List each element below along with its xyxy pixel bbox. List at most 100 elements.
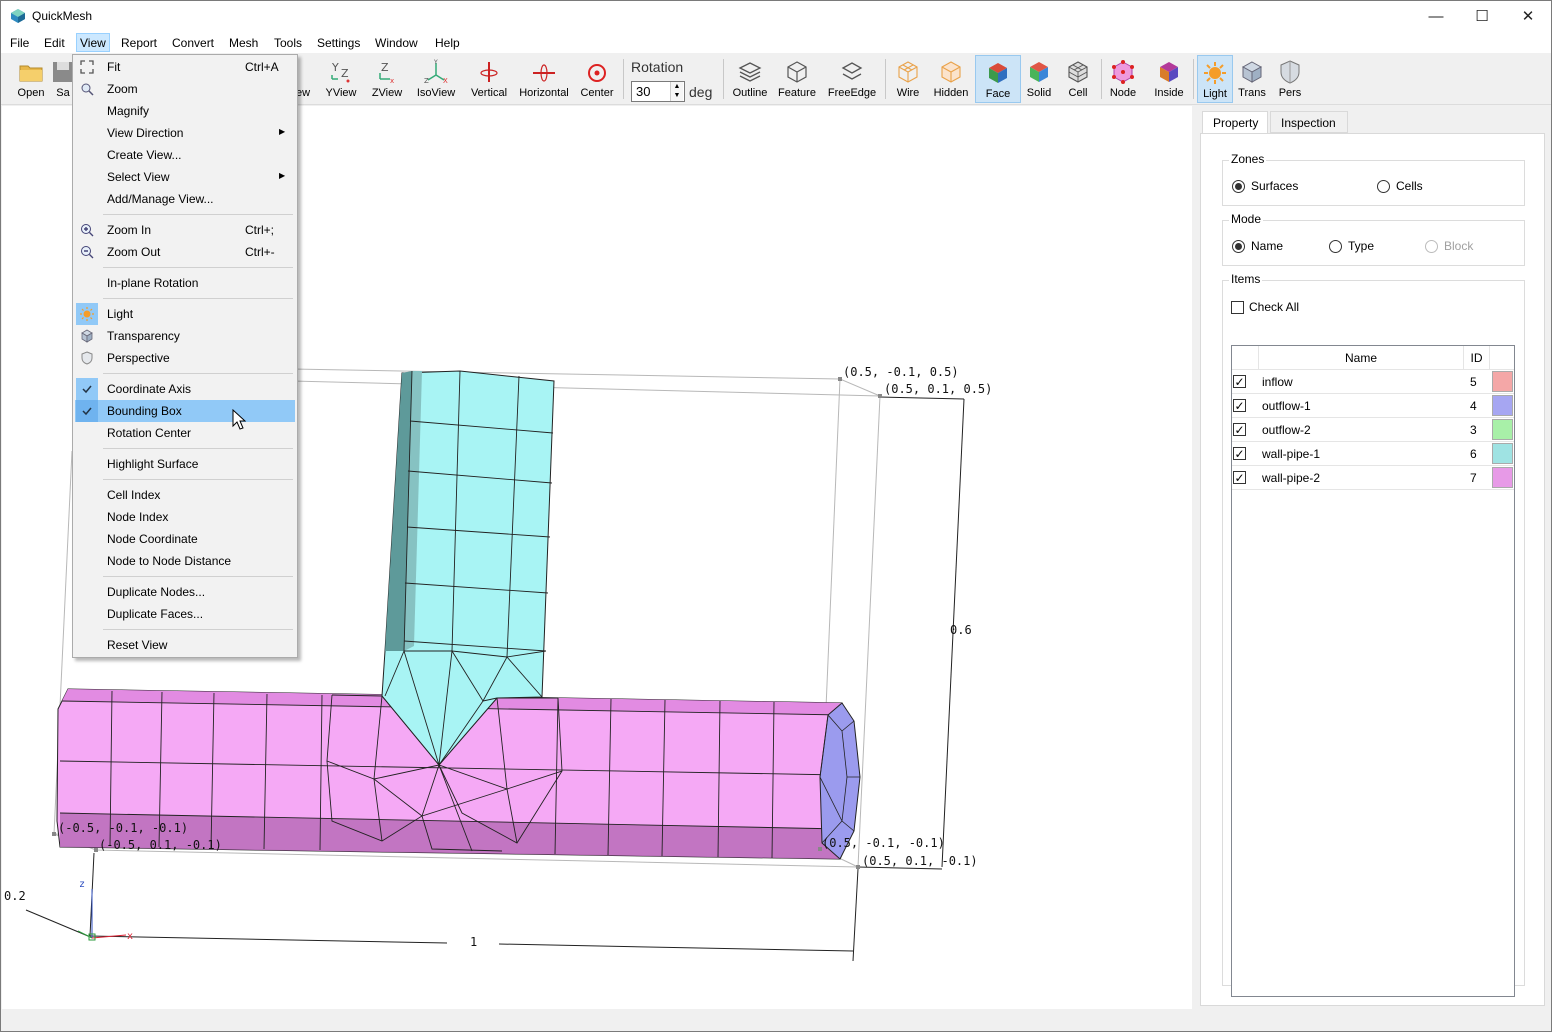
menu-rotation-center[interactable]: Rotation Center: [75, 422, 295, 444]
zones-cells-radio[interactable]: Cells: [1377, 179, 1423, 193]
menu-settings[interactable]: Settings: [317, 34, 360, 53]
check-all-label: Check All: [1249, 300, 1300, 314]
row-name: outflow-1: [1262, 399, 1311, 413]
table-row[interactable]: ✓ wall-pipe-1 6: [1232, 442, 1514, 466]
yview-button[interactable]: YZ YView: [321, 55, 361, 103]
isoview-button[interactable]: ZXY IsoView: [413, 55, 459, 103]
menu-view-direction[interactable]: View Direction ▶: [75, 122, 295, 144]
rotation-control: Rotation 30 ▲ ▼ deg: [627, 57, 717, 103]
maximize-button[interactable]: ☐: [1459, 1, 1505, 31]
table-row[interactable]: ✓ wall-pipe-2 7: [1232, 466, 1514, 490]
sun-icon: [76, 303, 98, 325]
save-button[interactable]: Sa: [53, 55, 73, 103]
menu-bounding-box[interactable]: Bounding Box: [75, 400, 295, 422]
menu-select-view[interactable]: Select View ▶: [75, 166, 295, 188]
toolbar-separator: [1101, 59, 1102, 99]
light-button[interactable]: Light: [1197, 55, 1233, 103]
row-color-swatch[interactable]: [1492, 395, 1513, 416]
table-row[interactable]: ✓ inflow 5: [1232, 370, 1514, 394]
row-checkbox[interactable]: ✓: [1233, 423, 1246, 437]
zview-button[interactable]: Zx ZView: [367, 55, 407, 103]
menu-bar: File Edit View Report Convert Mesh Tools…: [1, 31, 1551, 53]
minimize-button[interactable]: —: [1413, 1, 1459, 31]
checkmark-icon: [76, 400, 98, 422]
row-checkbox[interactable]: ✓: [1233, 399, 1246, 413]
shield-icon: [1280, 60, 1300, 84]
menu-transparency[interactable]: Transparency: [75, 325, 295, 347]
vertical-rotate-button[interactable]: Vertical: [466, 55, 512, 103]
window-title: QuickMesh: [32, 9, 93, 23]
menu-convert[interactable]: Convert: [172, 34, 214, 53]
menu-report[interactable]: Report: [121, 34, 157, 53]
menu-node-coordinate[interactable]: Node Coordinate: [75, 528, 295, 550]
open-button[interactable]: Open: [11, 55, 51, 103]
menu-cell-index[interactable]: Cell Index: [75, 484, 295, 506]
feature-button[interactable]: Feature: [775, 55, 819, 103]
tab-inspection[interactable]: Inspection: [1270, 111, 1348, 133]
row-color-swatch[interactable]: [1492, 467, 1513, 488]
menu-create-view[interactable]: Create View...: [75, 144, 295, 166]
menu-zoom-out[interactable]: Zoom Out Ctrl+-: [75, 241, 295, 263]
menu-reset-view[interactable]: Reset View: [75, 634, 295, 656]
node-button[interactable]: Node: [1105, 55, 1141, 103]
menu-tools[interactable]: Tools: [274, 34, 302, 53]
horizontal-rotate-button[interactable]: Horizontal: [517, 55, 571, 103]
menu-edit[interactable]: Edit: [44, 34, 65, 53]
tab-property[interactable]: Property: [1202, 111, 1268, 134]
pers-button[interactable]: Pers: [1273, 55, 1307, 103]
menu-fit[interactable]: Fit Ctrl+A: [75, 56, 295, 78]
close-button[interactable]: ✕: [1505, 1, 1551, 31]
table-header-id[interactable]: ID: [1464, 346, 1490, 370]
outline-button[interactable]: Outline: [729, 55, 771, 103]
menu-mesh[interactable]: Mesh: [229, 34, 258, 53]
wire-button[interactable]: Wire: [889, 55, 927, 103]
menu-light[interactable]: Light: [75, 303, 295, 325]
menu-node-index[interactable]: Node Index: [75, 506, 295, 528]
check-all-checkbox[interactable]: [1231, 301, 1244, 314]
mode-name-radio[interactable]: Name: [1232, 239, 1283, 253]
menu-perspective[interactable]: Perspective: [75, 347, 295, 369]
solid-button[interactable]: Solid: [1023, 55, 1055, 103]
table-row[interactable]: ✓ outflow-1 4: [1232, 394, 1514, 418]
menu-view[interactable]: View: [76, 33, 110, 52]
menu-duplicate-nodes[interactable]: Duplicate Nodes...: [75, 581, 295, 603]
table-header-name[interactable]: Name: [1259, 346, 1464, 370]
row-checkbox[interactable]: ✓: [1233, 375, 1246, 389]
sun-icon: [1204, 62, 1226, 84]
menu-magnify[interactable]: Magnify: [75, 100, 295, 122]
center-button[interactable]: Center: [577, 55, 617, 103]
hidden-button[interactable]: Hidden: [931, 55, 971, 103]
menu-node-distance[interactable]: Node to Node Distance: [75, 550, 295, 572]
app-logo-icon: [11, 9, 25, 23]
menu-window[interactable]: Window: [375, 34, 418, 53]
bbox-label-bottom-right-front: (0.5, 0.1, -0.1): [862, 854, 978, 868]
table-row[interactable]: ✓ outflow-2 3: [1232, 418, 1514, 442]
mode-title: Mode: [1229, 212, 1264, 226]
menu-highlight-surface[interactable]: Highlight Surface: [75, 453, 295, 475]
row-color-swatch[interactable]: [1492, 443, 1513, 464]
menu-inplane-rotation[interactable]: In-plane Rotation: [75, 272, 295, 294]
row-color-swatch[interactable]: [1492, 419, 1513, 440]
row-checkbox[interactable]: ✓: [1233, 471, 1246, 485]
trans-button[interactable]: Trans: [1235, 55, 1269, 103]
app-window: QuickMesh — ☐ ✕ File Edit View Report Co…: [0, 0, 1552, 1032]
zones-surfaces-radio[interactable]: Surfaces: [1232, 179, 1298, 193]
submenu-arrow-icon: ▶: [279, 127, 286, 136]
isoview-icon: Z X Y: [424, 59, 448, 85]
menu-add-manage-view[interactable]: Add/Manage View...: [75, 188, 295, 210]
mode-type-radio[interactable]: Type: [1329, 239, 1374, 253]
menu-file[interactable]: File: [10, 34, 29, 53]
menu-coordinate-axis[interactable]: Coordinate Axis: [75, 378, 295, 400]
menu-zoom[interactable]: Zoom: [75, 78, 295, 100]
face-button[interactable]: Face: [975, 55, 1021, 103]
menu-help[interactable]: Help: [435, 34, 460, 53]
mode-block-radio: Block: [1425, 239, 1473, 253]
row-color-swatch[interactable]: [1492, 371, 1513, 392]
rotation-stepper[interactable]: ▲ ▼: [670, 82, 683, 101]
freeedge-button[interactable]: FreeEdge: [825, 55, 879, 103]
inside-button[interactable]: Inside: [1149, 55, 1189, 103]
row-checkbox[interactable]: ✓: [1233, 447, 1246, 461]
menu-duplicate-faces[interactable]: Duplicate Faces...: [75, 603, 295, 625]
menu-zoom-in[interactable]: Zoom In Ctrl+;: [75, 219, 295, 241]
cell-button[interactable]: Cell: [1061, 55, 1095, 103]
